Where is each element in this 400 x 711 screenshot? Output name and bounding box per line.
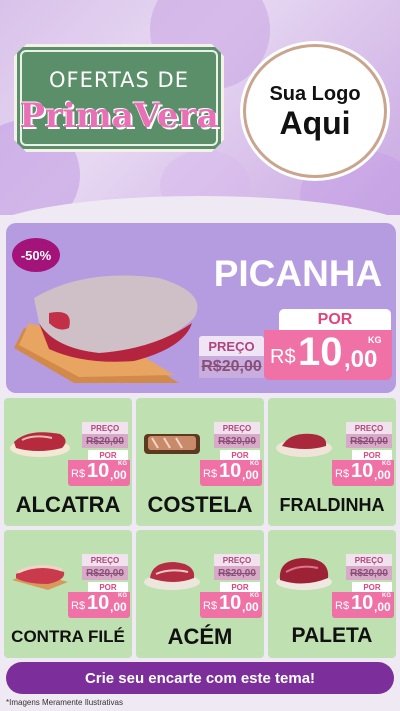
preco-label: PREÇO xyxy=(82,554,128,566)
preco-label: PREÇO xyxy=(346,422,392,434)
costela-image xyxy=(144,434,200,454)
cta-button[interactable]: Crie seu encarte com este tema! xyxy=(6,662,394,694)
price-dec: ,00 xyxy=(110,468,127,482)
price-int: 10 xyxy=(351,592,374,614)
title-main: PrimaVera xyxy=(19,96,219,136)
contra-file-image xyxy=(12,565,68,590)
por-label: POR xyxy=(352,582,392,592)
logo-line2: Aqui xyxy=(279,104,351,141)
product-name: COSTELA xyxy=(147,492,253,517)
product-name: FRALDINHA xyxy=(279,495,385,515)
feature-price-dec: ,00 xyxy=(344,346,378,373)
price-int: 10 xyxy=(87,592,110,614)
por-label: POR xyxy=(88,450,128,460)
price: R$ 10 ,00 KG xyxy=(332,592,394,618)
feature-price: R$ 10 ,00 KG xyxy=(264,330,392,380)
feature-unit: KG xyxy=(368,335,382,345)
currency: R$ xyxy=(335,468,350,480)
price: R$ 10 ,00 KG xyxy=(68,592,130,618)
old-price: R$20,00 xyxy=(346,434,392,448)
product-card-acem[interactable]: PREÇO R$20,00 POR R$ 10 ,00 KG ACÉM xyxy=(136,530,264,658)
currency: R$ xyxy=(71,468,86,480)
price: R$ 10 ,00 KG xyxy=(68,460,130,486)
product-card-paleta[interactable]: PREÇO R$20,00 POR R$ 10 ,00 KG PALETA xyxy=(268,530,396,658)
product-name: ALCATRA xyxy=(15,492,121,517)
currency: R$ xyxy=(203,600,218,612)
preco-label: PREÇO xyxy=(214,554,260,566)
product-name: CONTRA FILÉ xyxy=(11,627,125,646)
feature-price-int: 10 xyxy=(298,330,343,374)
product-card-contra-file[interactable]: PREÇO R$20,00 POR R$ 10 ,00 KG CONTRA FI… xyxy=(4,530,132,658)
por-label: POR xyxy=(220,450,260,460)
price-dec: ,00 xyxy=(110,600,127,614)
old-price: R$20,00 xyxy=(82,434,128,448)
picanha-image xyxy=(14,275,198,383)
unit: KG xyxy=(382,461,391,467)
price-dec: ,00 xyxy=(374,468,391,482)
feature-preco-label: PREÇO xyxy=(199,336,264,356)
product-name: ACÉM xyxy=(167,624,233,649)
price-int: 10 xyxy=(87,460,110,482)
old-price: R$20,00 xyxy=(346,566,392,580)
feature-product-name: PICANHA xyxy=(213,253,383,294)
old-price: R$20,00 xyxy=(82,566,128,580)
discount-badge: -50% xyxy=(12,238,60,272)
disclaimer: *Imagens Meramente Ilustrativas xyxy=(6,698,123,707)
title-top: OFERTAS DE xyxy=(49,68,189,92)
price-int: 10 xyxy=(351,460,374,482)
fraldinha-image xyxy=(276,433,332,457)
unit: KG xyxy=(250,593,259,599)
price-dec: ,00 xyxy=(242,468,259,482)
price: R$ 10 ,00 KG xyxy=(200,460,262,486)
acem-image xyxy=(144,562,200,590)
preco-label: PREÇO xyxy=(82,422,128,434)
price: R$ 10 ,00 KG xyxy=(200,592,262,618)
price-int: 10 xyxy=(219,460,242,482)
feature-por-label: POR xyxy=(279,309,391,331)
price-int: 10 xyxy=(219,592,242,614)
price: R$ 10 ,00 KG xyxy=(332,460,394,486)
unit: KG xyxy=(382,593,391,599)
product-name: PALETA xyxy=(291,624,373,647)
old-price: R$20,00 xyxy=(214,566,260,580)
por-label: POR xyxy=(220,582,260,592)
feature-old-price: R$20,00 xyxy=(199,356,264,378)
preco-label: PREÇO xyxy=(214,422,260,434)
preco-label: PREÇO xyxy=(346,554,392,566)
product-card-fraldinha[interactable]: PREÇO R$20,00 POR R$ 10 ,00 KG FRALDINHA xyxy=(268,398,396,526)
alcatra-image xyxy=(10,432,70,457)
unit: KG xyxy=(250,461,259,467)
logo-placeholder[interactable]: Sua Logo Aqui xyxy=(243,44,387,178)
price-dec: ,00 xyxy=(374,600,391,614)
por-label: POR xyxy=(352,450,392,460)
unit: KG xyxy=(118,461,127,467)
feature-old-price-box: PREÇO R$20,00 xyxy=(199,336,264,380)
feature-currency: R$ xyxy=(270,346,296,368)
unit: KG xyxy=(118,593,127,599)
currency: R$ xyxy=(335,600,350,612)
currency: R$ xyxy=(71,600,86,612)
product-card-costela[interactable]: PREÇO R$20,00 POR R$ 10 ,00 KG COSTELA xyxy=(136,398,264,526)
logo-line1: Sua Logo xyxy=(269,82,361,105)
price-dec: ,00 xyxy=(242,600,259,614)
currency: R$ xyxy=(203,468,218,480)
old-price: R$20,00 xyxy=(214,434,260,448)
por-label: POR xyxy=(88,582,128,592)
product-card-alcatra[interactable]: PREÇO R$20,00 POR R$ 10 ,00 KG ALCATRA xyxy=(4,398,132,526)
paleta-image xyxy=(276,558,332,590)
